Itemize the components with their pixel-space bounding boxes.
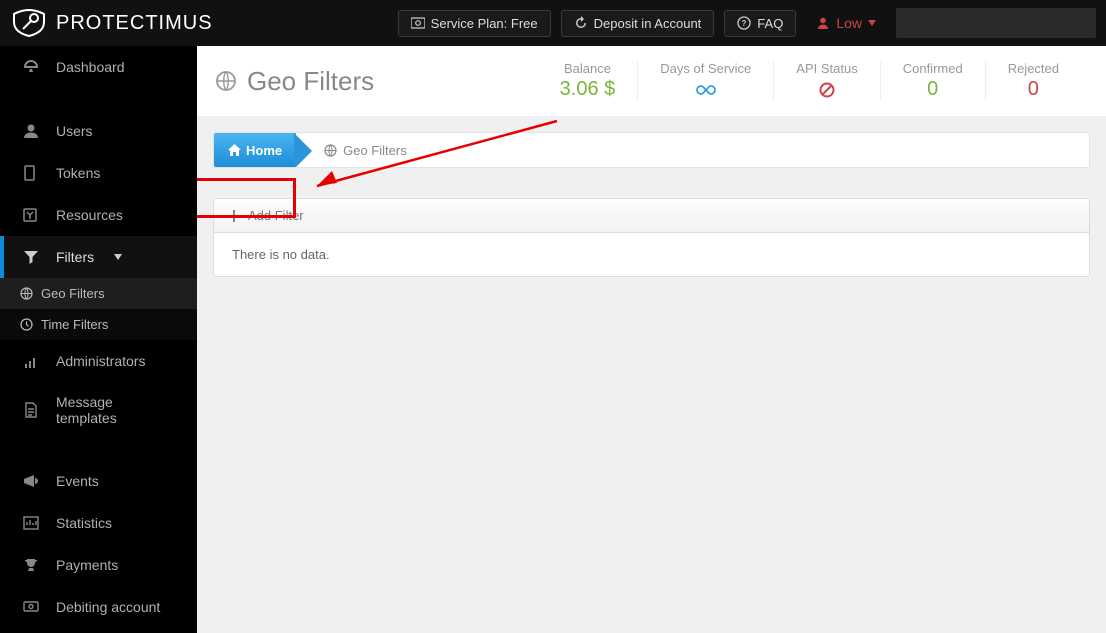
- faq-label: FAQ: [757, 16, 783, 31]
- sidebar-label: Dashboard: [56, 59, 125, 75]
- stat-label: Rejected: [1008, 61, 1059, 76]
- breadcrumb-home-label: Home: [246, 143, 282, 158]
- megaphone-icon: [20, 472, 42, 490]
- sidebar-label: Administrators: [56, 353, 145, 369]
- stat-label: Confirmed: [903, 61, 963, 76]
- stat-balance: Balance 3.06 $: [538, 61, 638, 101]
- sidebar-item-statistics[interactable]: Statistics: [0, 502, 197, 544]
- stat-confirmed: Confirmed 0: [880, 61, 985, 101]
- deposit-label: Deposit in Account: [594, 16, 702, 31]
- topbar: PROTECTIMUS Service Plan: Free Deposit i…: [0, 0, 1106, 46]
- dashboard-icon: [20, 58, 42, 76]
- brand-text: PROTECTIMUS: [56, 12, 213, 35]
- sidebar-label: Statistics: [56, 515, 112, 531]
- sidebar: Dashboard Users Tokens Resources Filters…: [0, 46, 197, 633]
- faq-button[interactable]: ? FAQ: [724, 10, 796, 37]
- stat-label: API Status: [796, 61, 857, 76]
- stat-value-blocked: [796, 78, 857, 101]
- annotation-arrow: [297, 116, 567, 196]
- filters-panel: Add Filter There is no data.: [213, 198, 1090, 277]
- infinity-icon: [696, 84, 716, 96]
- topbar-right: Service Plan: Free Deposit in Account ? …: [398, 8, 1096, 38]
- globe-icon: [20, 287, 33, 300]
- admins-icon: [20, 352, 42, 370]
- sidebar-item-payments[interactable]: Payments: [0, 544, 197, 586]
- sidebar-item-tokens[interactable]: Tokens: [0, 152, 197, 194]
- sidebar-item-filters[interactable]: Filters: [0, 236, 197, 278]
- sidebar-item-events[interactable]: Events: [0, 460, 197, 502]
- sidebar-item-dashboard[interactable]: Dashboard: [0, 46, 197, 88]
- page-title-text: Geo Filters: [247, 66, 374, 97]
- stat-label: Balance: [560, 61, 616, 76]
- service-plan-label: Service Plan: Free: [431, 16, 538, 31]
- clock-icon: [20, 318, 33, 331]
- stat-api-status: API Status: [773, 61, 879, 101]
- stat-value: 3.06 $: [560, 78, 616, 101]
- sidebar-label: Payments: [56, 557, 118, 573]
- sidebar-sub-geo-filters[interactable]: Geo Filters: [0, 278, 197, 309]
- search-input[interactable]: [896, 8, 1096, 38]
- home-icon: [228, 144, 241, 156]
- resources-icon: [20, 206, 42, 224]
- chevron-down-icon: [868, 19, 876, 27]
- tokens-icon: [20, 164, 42, 182]
- sidebar-label: Users: [56, 123, 93, 139]
- sidebar-sub-time-filters[interactable]: Time Filters: [0, 309, 197, 340]
- sidebar-item-message-templates[interactable]: Message templates: [0, 382, 197, 438]
- no-data-text: There is no data.: [232, 247, 330, 262]
- service-plan-button[interactable]: Service Plan: Free: [398, 10, 551, 37]
- brand: PROTECTIMUS: [10, 8, 213, 38]
- svg-text:?: ?: [742, 19, 747, 28]
- trophy-icon: [20, 556, 42, 574]
- sidebar-label: Resources: [56, 207, 123, 223]
- content: Geo Filters Balance 3.06 $ Days of Servi…: [197, 46, 1106, 633]
- sidebar-sub-label: Geo Filters: [41, 286, 105, 301]
- cash-icon: [20, 598, 42, 616]
- question-icon: ?: [737, 16, 751, 30]
- sidebar-label: Debiting account: [56, 599, 160, 615]
- panel-head: Add Filter: [214, 199, 1089, 233]
- sidebar-label: Filters: [56, 249, 94, 265]
- stat-rejected: Rejected 0: [985, 61, 1081, 101]
- globe-icon: [215, 70, 237, 92]
- sidebar-label: Events: [56, 473, 99, 489]
- chevron-down-icon: [114, 254, 122, 260]
- refresh-icon: [574, 16, 588, 30]
- money-icon: [411, 17, 425, 29]
- sidebar-label: Tokens: [56, 165, 100, 181]
- stats-icon: [20, 514, 42, 532]
- breadcrumb-home[interactable]: Home: [214, 133, 296, 167]
- page-title: Geo Filters: [215, 66, 374, 97]
- page-header: Geo Filters Balance 3.06 $ Days of Servi…: [197, 46, 1106, 116]
- filters-submenu: Geo Filters Time Filters: [0, 278, 197, 340]
- brand-logo-icon: [10, 8, 48, 38]
- sidebar-sub-label: Time Filters: [41, 317, 108, 332]
- sidebar-item-users[interactable]: Users: [0, 110, 197, 152]
- stats-row: Balance 3.06 $ Days of Service API Statu…: [538, 61, 1081, 101]
- stat-value-infinity: [660, 78, 751, 101]
- user-icon: [816, 16, 830, 30]
- blocked-icon: [819, 82, 835, 98]
- annotation-highlight-box: [197, 178, 296, 218]
- stat-days-of-service: Days of Service: [637, 61, 773, 101]
- document-icon: [20, 401, 42, 419]
- sidebar-item-debiting[interactable]: Debiting account: [0, 586, 197, 628]
- sidebar-item-administrators[interactable]: Administrators: [0, 340, 197, 382]
- panel-body: There is no data.: [214, 233, 1089, 276]
- deposit-button[interactable]: Deposit in Account: [561, 10, 715, 37]
- user-label: Low: [836, 15, 862, 31]
- stat-value: 0: [1008, 78, 1059, 101]
- stat-value: 0: [903, 78, 963, 101]
- sidebar-label: Message templates: [56, 394, 177, 426]
- user-menu-button[interactable]: Low: [816, 15, 876, 31]
- users-icon: [20, 122, 42, 140]
- sidebar-item-resources[interactable]: Resources: [0, 194, 197, 236]
- stat-label: Days of Service: [660, 61, 751, 76]
- filter-icon: [20, 248, 42, 266]
